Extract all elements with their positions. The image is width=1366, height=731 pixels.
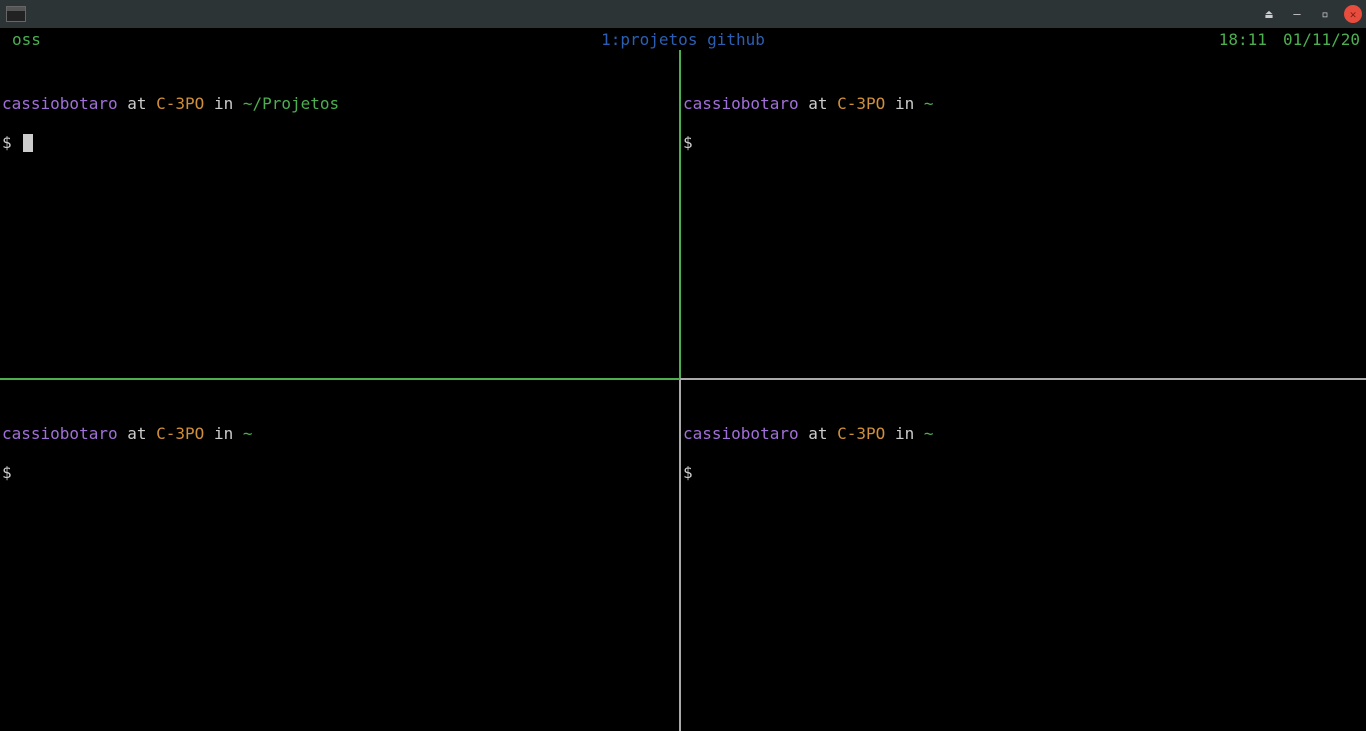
tmux-panes: cassiobotaro at C-3PO in ~/Projetos $ ca… (0, 50, 1366, 731)
prompt-user: cassiobotaro (683, 94, 799, 113)
command-line[interactable]: $ (2, 133, 677, 152)
prompt-host: C-3PO (156, 94, 204, 113)
prompt-path: ~ (924, 94, 934, 113)
terminal-icon (6, 6, 26, 22)
prompt-symbol: $ (2, 463, 12, 482)
prompt-in: in (214, 424, 233, 443)
tmux-status-bar: oss 1:projetos github 18:11 01/11/20 (0, 28, 1366, 50)
tmux-date: 01/11/20 (1283, 30, 1360, 49)
pane-bottom-right[interactable]: cassiobotaro at C-3PO in ~ $ (681, 380, 1366, 731)
prompt-user: cassiobotaro (2, 424, 118, 443)
command-line[interactable]: $ (2, 463, 677, 482)
prompt-host: C-3PO (156, 424, 204, 443)
close-button[interactable]: ✕ (1344, 5, 1362, 23)
prompt-in: in (214, 94, 233, 113)
pane-top-right[interactable]: cassiobotaro at C-3PO in ~ $ (681, 50, 1366, 378)
prompt-line: cassiobotaro at C-3PO in ~ (2, 424, 677, 443)
cursor (23, 134, 33, 152)
pane-bottom-left[interactable]: cassiobotaro at C-3PO in ~ $ (0, 380, 679, 731)
tmux-window-name: 1:projetos github (601, 30, 765, 49)
tmux-clock: 18:11 01/11/20 (1219, 30, 1360, 49)
prompt-symbol: $ (683, 133, 693, 152)
tmux-session-name: oss (2, 30, 41, 49)
command-line[interactable]: $ (683, 463, 1364, 482)
prompt-at: at (127, 94, 146, 113)
prompt-symbol: $ (2, 133, 12, 152)
prompt-path: ~ (924, 424, 934, 443)
prompt-in: in (895, 424, 914, 443)
prompt-at: at (808, 94, 827, 113)
tmux-time: 18:11 (1219, 30, 1267, 49)
prompt-host: C-3PO (837, 424, 885, 443)
prompt-at: at (127, 424, 146, 443)
prompt-line: cassiobotaro at C-3PO in ~ (683, 424, 1364, 443)
prompt-line: cassiobotaro at C-3PO in ~ (683, 94, 1364, 113)
prompt-at: at (808, 424, 827, 443)
prompt-user: cassiobotaro (683, 424, 799, 443)
minimize-button[interactable]: — (1288, 5, 1306, 23)
prompt-user: cassiobotaro (2, 94, 118, 113)
prompt-line: cassiobotaro at C-3PO in ~/Projetos (2, 94, 677, 113)
prompt-host: C-3PO (837, 94, 885, 113)
command-line[interactable]: $ (683, 133, 1364, 152)
window-titlebar[interactable]: ⏏ — ▫ ✕ (0, 0, 1366, 28)
prompt-symbol: $ (683, 463, 693, 482)
prompt-path: ~/Projetos (243, 94, 339, 113)
prompt-path: ~ (243, 424, 253, 443)
eject-button[interactable]: ⏏ (1260, 5, 1278, 23)
window-controls: ⏏ — ▫ ✕ (1260, 5, 1362, 23)
pane-top-left[interactable]: cassiobotaro at C-3PO in ~/Projetos $ (0, 50, 679, 378)
prompt-in: in (895, 94, 914, 113)
maximize-button[interactable]: ▫ (1316, 5, 1334, 23)
